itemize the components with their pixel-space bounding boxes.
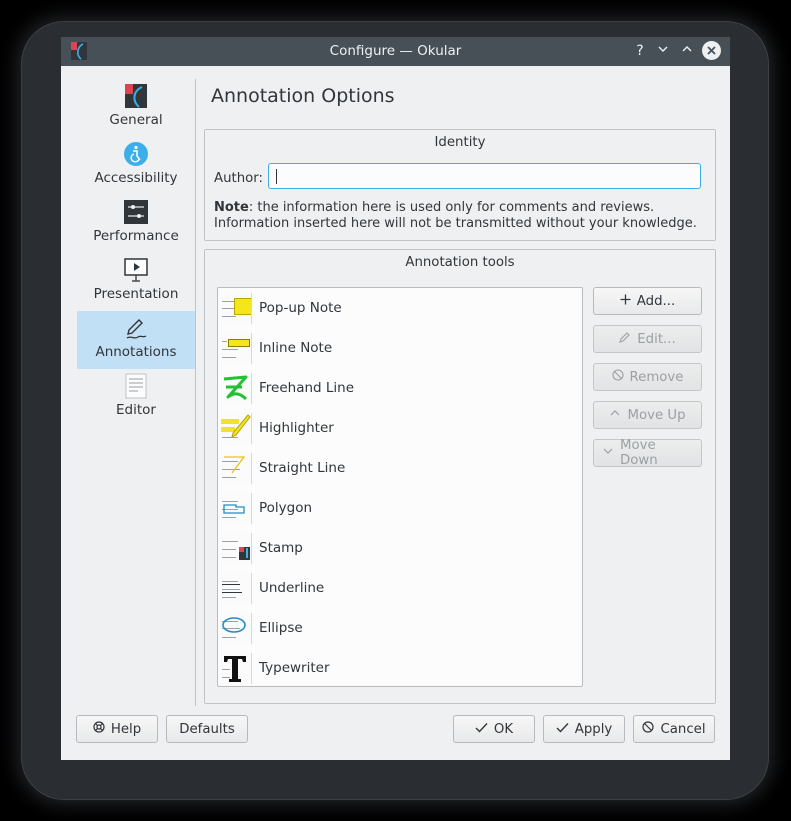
move-down-button[interactable]: Move Down bbox=[593, 438, 702, 468]
sidebar-item-label: Annotations bbox=[95, 344, 177, 360]
stamp-icon bbox=[220, 533, 252, 564]
sidebar-item-label: Editor bbox=[116, 402, 156, 418]
tool-label: Typewriter bbox=[259, 660, 330, 676]
annotations-pen-icon bbox=[126, 319, 147, 339]
move-down-button-label: Move Down bbox=[620, 438, 658, 468]
tool-label: Polygon bbox=[259, 500, 313, 516]
sidebar-item-general[interactable]: General bbox=[77, 79, 195, 137]
configure-dialog: Configure — Okular ? General Accessibili… bbox=[61, 37, 730, 760]
cancel-button-label: Cancel bbox=[660, 721, 706, 737]
tool-label: Stamp bbox=[259, 540, 303, 556]
sidebar-item-label: Performance bbox=[93, 228, 179, 244]
move-up-button[interactable]: Move Up bbox=[593, 401, 702, 429]
list-item-underline[interactable]: Underline bbox=[218, 568, 582, 608]
okular-app-icon bbox=[125, 84, 147, 108]
cancel-button[interactable]: Cancel bbox=[633, 715, 715, 743]
list-item-inline-note[interactable]: Inline Note bbox=[218, 328, 582, 368]
cancel-circle-icon bbox=[642, 721, 655, 737]
tool-label: Pop-up Note bbox=[259, 300, 342, 316]
help-question-icon[interactable]: ? bbox=[630, 41, 650, 61]
chevron-up-icon bbox=[609, 407, 621, 423]
list-item-polygon[interactable]: Polygon bbox=[218, 488, 582, 528]
add-tool-button[interactable]: Add... bbox=[593, 287, 702, 315]
chevron-down-icon bbox=[602, 445, 614, 461]
remove-circle-icon bbox=[611, 369, 624, 385]
identity-group-title: Identity bbox=[434, 135, 486, 150]
remove-tool-button[interactable]: Remove bbox=[593, 363, 702, 391]
edit-button-label: Edit... bbox=[637, 331, 676, 347]
text-caret bbox=[276, 169, 277, 184]
performance-sliders-icon bbox=[124, 200, 148, 224]
author-label: Author: bbox=[214, 171, 264, 186]
sidebar-item-label: General bbox=[109, 112, 163, 128]
ellipse-icon bbox=[220, 613, 252, 644]
editor-document-icon bbox=[125, 373, 147, 399]
straight-line-icon bbox=[220, 453, 252, 484]
close-icon[interactable] bbox=[702, 41, 721, 60]
help-button[interactable]: Help bbox=[76, 715, 158, 743]
typewriter-icon bbox=[220, 653, 252, 684]
identity-note-line2: Information inserted here will not be tr… bbox=[214, 216, 697, 231]
tool-label: Freehand Line bbox=[259, 380, 355, 396]
plus-icon bbox=[620, 294, 631, 309]
sidebar-item-label: Presentation bbox=[93, 286, 179, 302]
checkmark-icon bbox=[475, 722, 488, 737]
author-input[interactable] bbox=[268, 163, 701, 189]
note-text: : the information here is used only for … bbox=[248, 200, 655, 215]
title-bar[interactable]: Configure — Okular ? bbox=[61, 37, 730, 66]
sidebar-item-performance[interactable]: Performance bbox=[77, 195, 195, 253]
accessibility-icon bbox=[124, 142, 148, 166]
list-item-stamp[interactable]: Stamp bbox=[218, 528, 582, 568]
list-item-ellipse[interactable]: Ellipse bbox=[218, 608, 582, 648]
move-up-button-label: Move Up bbox=[627, 407, 686, 423]
tool-label: Ellipse bbox=[259, 620, 303, 636]
annotation-tools-list[interactable]: Pop-up Note Inline Note Freehand Line Hi… bbox=[217, 287, 583, 687]
list-item-typewriter[interactable]: Typewriter bbox=[218, 648, 582, 686]
list-item-freehand-line[interactable]: Freehand Line bbox=[218, 368, 582, 408]
sidebar-divider bbox=[195, 79, 196, 706]
tool-label: Straight Line bbox=[259, 460, 346, 476]
remove-button-label: Remove bbox=[629, 369, 684, 385]
sidebar-item-label: Accessibility bbox=[94, 170, 178, 186]
ok-button[interactable]: OK bbox=[453, 715, 535, 743]
list-item-popup-note[interactable]: Pop-up Note bbox=[218, 288, 582, 328]
sidebar-item-accessibility[interactable]: Accessibility bbox=[77, 137, 195, 195]
add-button-label: Add... bbox=[636, 293, 676, 309]
highlighter-icon bbox=[220, 413, 252, 444]
maximize-chevron-icon[interactable] bbox=[677, 41, 697, 61]
pencil-icon bbox=[619, 331, 631, 347]
defaults-button-label: Defaults bbox=[179, 721, 235, 737]
popup-note-icon bbox=[220, 293, 252, 324]
checkmark-icon bbox=[556, 722, 569, 737]
sidebar-item-presentation[interactable]: Presentation bbox=[77, 253, 195, 311]
list-item-highlighter[interactable]: Highlighter bbox=[218, 408, 582, 448]
sidebar-item-editor[interactable]: Editor bbox=[77, 369, 195, 427]
note-bold-label: Note bbox=[214, 200, 249, 215]
defaults-button[interactable]: Defaults bbox=[166, 715, 248, 743]
annotation-tools-title: Annotation tools bbox=[405, 255, 515, 270]
presentation-icon bbox=[124, 258, 148, 282]
apply-button[interactable]: Apply bbox=[543, 715, 625, 743]
edit-tool-button[interactable]: Edit... bbox=[593, 325, 702, 353]
annotation-tools-group: Annotation tools Pop-up Note Inline Note bbox=[204, 249, 716, 704]
list-item-straight-line[interactable]: Straight Line bbox=[218, 448, 582, 488]
minimize-chevron-icon[interactable] bbox=[653, 41, 673, 61]
tool-label: Highlighter bbox=[259, 420, 334, 436]
lifebuoy-icon bbox=[93, 721, 105, 737]
tool-label: Inline Note bbox=[259, 340, 333, 356]
tool-label: Underline bbox=[259, 580, 325, 596]
inline-note-icon bbox=[220, 333, 252, 364]
polygon-icon bbox=[220, 493, 252, 524]
ok-button-label: OK bbox=[493, 721, 514, 737]
identity-group: Identity Author: Note: the information h… bbox=[204, 129, 716, 241]
apply-button-label: Apply bbox=[574, 721, 613, 737]
sidebar-item-annotations[interactable]: Annotations bbox=[77, 311, 195, 369]
freehand-line-icon bbox=[220, 373, 252, 404]
help-button-label: Help bbox=[110, 721, 142, 737]
identity-note-line1: Note: the information here is used only … bbox=[214, 200, 654, 215]
underline-icon bbox=[220, 573, 252, 604]
page-title: Annotation Options bbox=[211, 85, 395, 107]
